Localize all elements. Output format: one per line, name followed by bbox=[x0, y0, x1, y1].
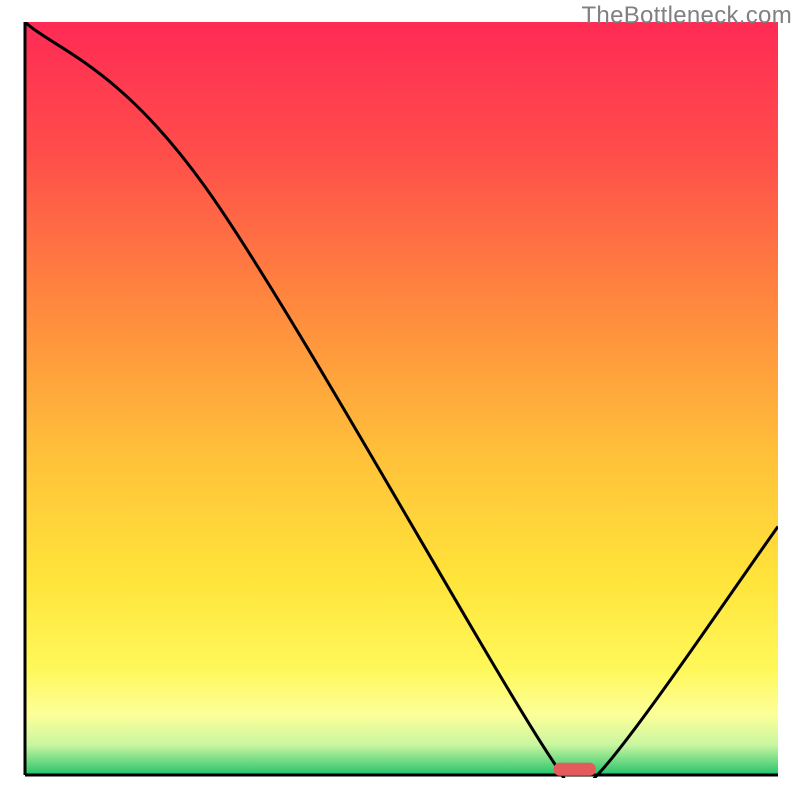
background-gradient bbox=[25, 22, 778, 775]
chart-svg bbox=[22, 22, 778, 778]
optimum-marker bbox=[554, 763, 596, 776]
chart-plot bbox=[22, 22, 778, 778]
watermark-text: TheBottleneck.com bbox=[581, 2, 792, 30]
chart-container: TheBottleneck.com bbox=[0, 0, 800, 800]
